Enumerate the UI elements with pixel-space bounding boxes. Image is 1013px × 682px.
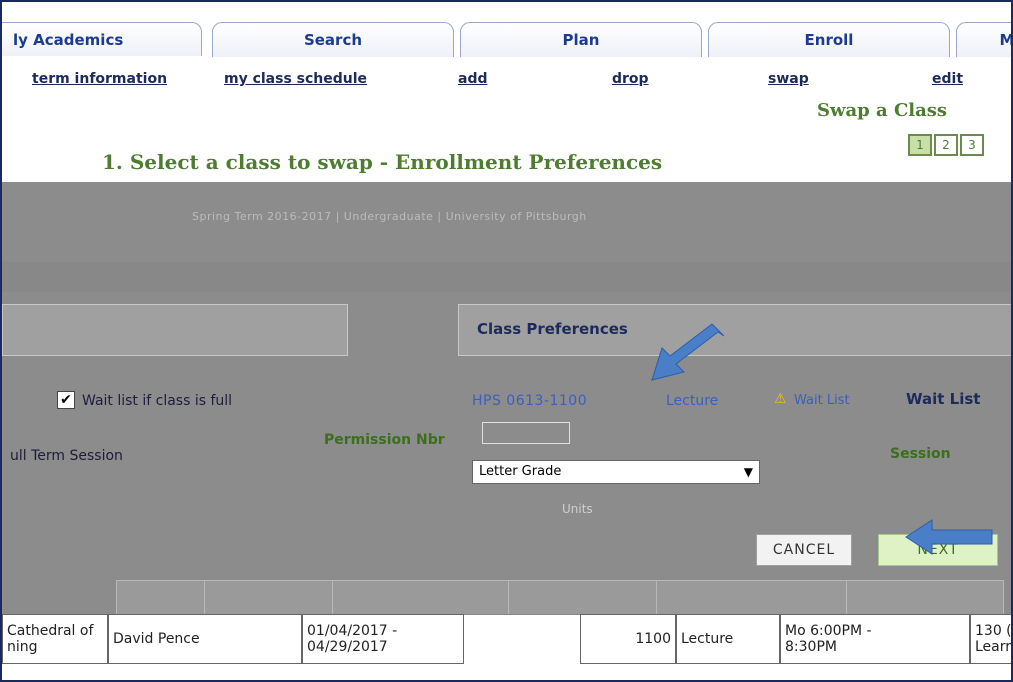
- grading-select-value: Letter Grade: [479, 464, 562, 479]
- dates-line-1: 01/04/2017 -: [307, 623, 398, 639]
- modal-overlay: [2, 182, 1011, 584]
- enroll-subnav: term information my class schedule add d…: [2, 64, 1011, 158]
- table-header-cell: [116, 580, 206, 616]
- chevron-down-icon: ▼: [743, 465, 753, 479]
- tab-search[interactable]: Search: [212, 22, 454, 57]
- table-header-cell: [656, 580, 848, 616]
- top-nav: ly Academics Search Plan Enroll M: [2, 2, 1011, 64]
- cancel-button[interactable]: CANCEL: [756, 534, 852, 566]
- days-line-2: 8:30PM: [785, 639, 837, 655]
- cell-instructor: David Pence: [108, 614, 302, 664]
- subtab-edit[interactable]: edit: [932, 68, 963, 92]
- tab-plan[interactable]: Plan: [460, 22, 702, 57]
- next-button[interactable]: NEXT: [878, 534, 998, 566]
- term-info-line: Spring Term 2016-2017 | Undergraduate | …: [192, 210, 587, 223]
- tab-enroll[interactable]: Enroll: [708, 22, 950, 57]
- room-line-2: ning: [7, 639, 38, 655]
- subtab-my-class-schedule[interactable]: my class schedule: [224, 68, 367, 92]
- subtab-swap[interactable]: swap: [768, 68, 809, 92]
- screenshot-frame: ly Academics Search Plan Enroll M term i…: [0, 0, 1013, 682]
- class-summary-strip: [2, 262, 1011, 292]
- table-header-cell: [508, 580, 658, 616]
- step-1: 1: [908, 134, 932, 156]
- subtab-add[interactable]: add: [458, 68, 488, 92]
- session-value: ull Term Session: [10, 448, 123, 464]
- days-line-1: Mo 6:00PM -: [785, 623, 872, 639]
- class-preferences-title: Class Preferences: [477, 320, 628, 338]
- wait-list-badge: Wait List: [794, 393, 850, 408]
- page-title: Swap a Class: [817, 100, 948, 121]
- cell-class-number: 1100: [580, 614, 676, 664]
- table-header-cell: [204, 580, 334, 616]
- wait-list-status: Wait List: [906, 390, 981, 408]
- permission-number-label: Permission Nbr: [324, 432, 445, 448]
- cell-room: Cathedral of ning: [2, 614, 108, 664]
- cell-dates: 01/04/2017 - 04/29/2017: [302, 614, 464, 664]
- location-line-1: 130 (: [975, 623, 1012, 639]
- units-label: Units: [562, 502, 593, 516]
- step-indicator: 1 2 3: [908, 134, 984, 156]
- wait-list-checkbox-label: Wait list if class is full: [82, 393, 233, 409]
- tab-my-academics[interactable]: ly Academics: [2, 22, 202, 56]
- dates-line-2: 04/29/2017: [307, 639, 388, 655]
- step-2: 2: [934, 134, 958, 156]
- class-type: Lecture: [666, 393, 719, 409]
- class-id-link[interactable]: HPS 0613-1100: [472, 393, 587, 409]
- cell-location: 130 ( Learr: [970, 614, 1012, 664]
- table-header-cell: [846, 580, 1004, 616]
- class-preferences-panel: Class Preferences: [458, 304, 1011, 356]
- session-label: Session: [890, 446, 951, 462]
- step-title: 1. Select a class to swap - Enrollment P…: [102, 150, 663, 174]
- tab-more[interactable]: M: [956, 22, 1011, 57]
- wait-list-checkbox[interactable]: ✔: [57, 391, 75, 409]
- step-3: 3: [960, 134, 984, 156]
- table-header-cell: [332, 580, 510, 616]
- subtab-term-information[interactable]: term information: [32, 68, 167, 92]
- grading-select[interactable]: Letter Grade ▼: [472, 460, 760, 484]
- warning-icon: ⚠: [774, 391, 787, 407]
- location-line-2: Learr: [975, 639, 1012, 655]
- subtab-drop[interactable]: drop: [612, 68, 649, 92]
- cell-days-times: Mo 6:00PM - 8:30PM: [780, 614, 970, 664]
- room-line-1: Cathedral of: [7, 623, 98, 639]
- permission-number-input[interactable]: [482, 422, 570, 444]
- cell-component: Lecture: [676, 614, 780, 664]
- left-panel-header: [2, 304, 348, 356]
